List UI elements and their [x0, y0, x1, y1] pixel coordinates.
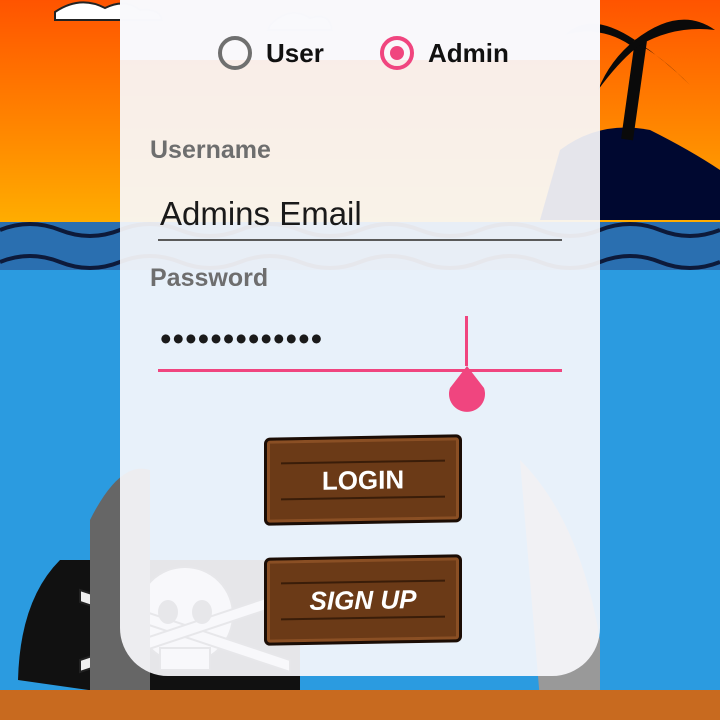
user-radio-label: User	[266, 37, 324, 68]
role-option-user[interactable]: User	[218, 36, 324, 70]
signup-button-label: SIGN UP	[309, 583, 417, 616]
username-label: Username	[150, 136, 271, 164]
user-radio-button[interactable]	[218, 36, 252, 70]
username-input[interactable]: Admins Email	[160, 195, 362, 233]
admin-radio-label: Admin	[428, 37, 509, 68]
login-button[interactable]: LOGIN	[264, 434, 462, 526]
admin-radio-button[interactable]	[380, 36, 414, 70]
username-underline	[158, 239, 562, 241]
signup-button[interactable]: SIGN UP	[264, 554, 462, 646]
password-input[interactable]: •••••••••••••	[160, 320, 323, 358]
text-cursor	[465, 316, 468, 366]
password-label: Password	[150, 264, 269, 292]
password-underline	[158, 369, 562, 372]
login-button-label: LOGIN	[321, 463, 405, 496]
role-option-admin[interactable]: Admin	[380, 36, 509, 70]
text-selection-handle-icon[interactable]	[446, 364, 488, 412]
